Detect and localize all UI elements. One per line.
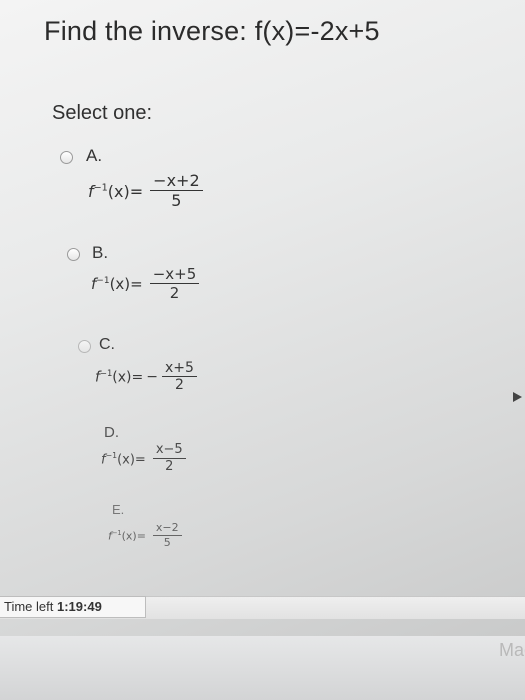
formula-a: f−1(x)= −x+2 5: [88, 171, 203, 211]
formula-c-sign: −: [146, 368, 158, 385]
formula-a-fraction: −x+2 5: [150, 171, 203, 211]
formula-c-exponent: −1: [99, 368, 113, 379]
mouse-cursor-icon: [513, 392, 522, 402]
monitor-bezel: [0, 636, 525, 700]
select-one-label: Select one:: [52, 102, 153, 124]
formula-d-denominator: 2: [165, 458, 174, 474]
formula-d: f−1(x)= x−5 2: [101, 442, 186, 475]
formula-a-denominator: 5: [171, 191, 182, 211]
formula-d-arg: (x)=: [117, 451, 146, 467]
formula-b-numerator: −x+5: [149, 265, 200, 285]
time-left-box: Time left 1:19:49: [0, 596, 146, 618]
radio-button-b[interactable]: [67, 248, 80, 261]
formula-e-denominator: 5: [163, 535, 171, 549]
formula-d-fraction: x−5 2: [152, 442, 186, 475]
formula-b-exponent: −1: [96, 276, 110, 287]
option-letter-e: E.: [112, 502, 125, 517]
question-title: Find the inverse: f(x)=-2x+5: [44, 16, 380, 46]
formula-e-fraction: x−2 5: [152, 521, 182, 549]
formula-e-exponent: −1: [111, 528, 122, 537]
formula-c-denominator: 2: [174, 377, 184, 394]
formula-e-arg: (x)=: [121, 529, 146, 543]
formula-a-exponent: −1: [93, 182, 108, 194]
formula-a-arg: (x)=: [107, 181, 144, 201]
formula-b: f−1(x)= −x+5 2: [91, 265, 200, 303]
formula-c-numerator: x+5: [161, 360, 197, 378]
formula-c: f−1(x)= − x+5 2: [95, 360, 197, 394]
option-letter-d: D.: [104, 424, 119, 441]
option-letter-c: C.: [99, 336, 115, 353]
formula-c-fraction: x+5 2: [161, 360, 197, 394]
brand-logo: Mac: [498, 640, 525, 660]
option-letter-b: B.: [92, 243, 109, 262]
formula-b-arg: (x)=: [109, 275, 143, 294]
formula-b-fraction: −x+5 2: [149, 265, 200, 303]
radio-button-a[interactable]: [60, 151, 73, 164]
formula-e: f−1(x)= x−2 5: [108, 521, 182, 549]
formula-d-exponent: −1: [105, 450, 118, 460]
formula-e-numerator: x−2: [152, 521, 182, 536]
formula-b-denominator: 2: [169, 284, 180, 303]
formula-a-numerator: −x+2: [150, 171, 203, 192]
quiz-screen: Find the inverse: f(x)=-2x+5 Select one:…: [0, 0, 525, 640]
formula-d-numerator: x−5: [152, 442, 186, 459]
radio-button-c[interactable]: [78, 340, 91, 353]
time-left-label: Time left: [4, 599, 54, 614]
formula-c-arg: (x)=: [112, 369, 144, 386]
option-letter-a: A.: [86, 146, 103, 165]
time-left-value: 1:19:49: [56, 599, 102, 614]
